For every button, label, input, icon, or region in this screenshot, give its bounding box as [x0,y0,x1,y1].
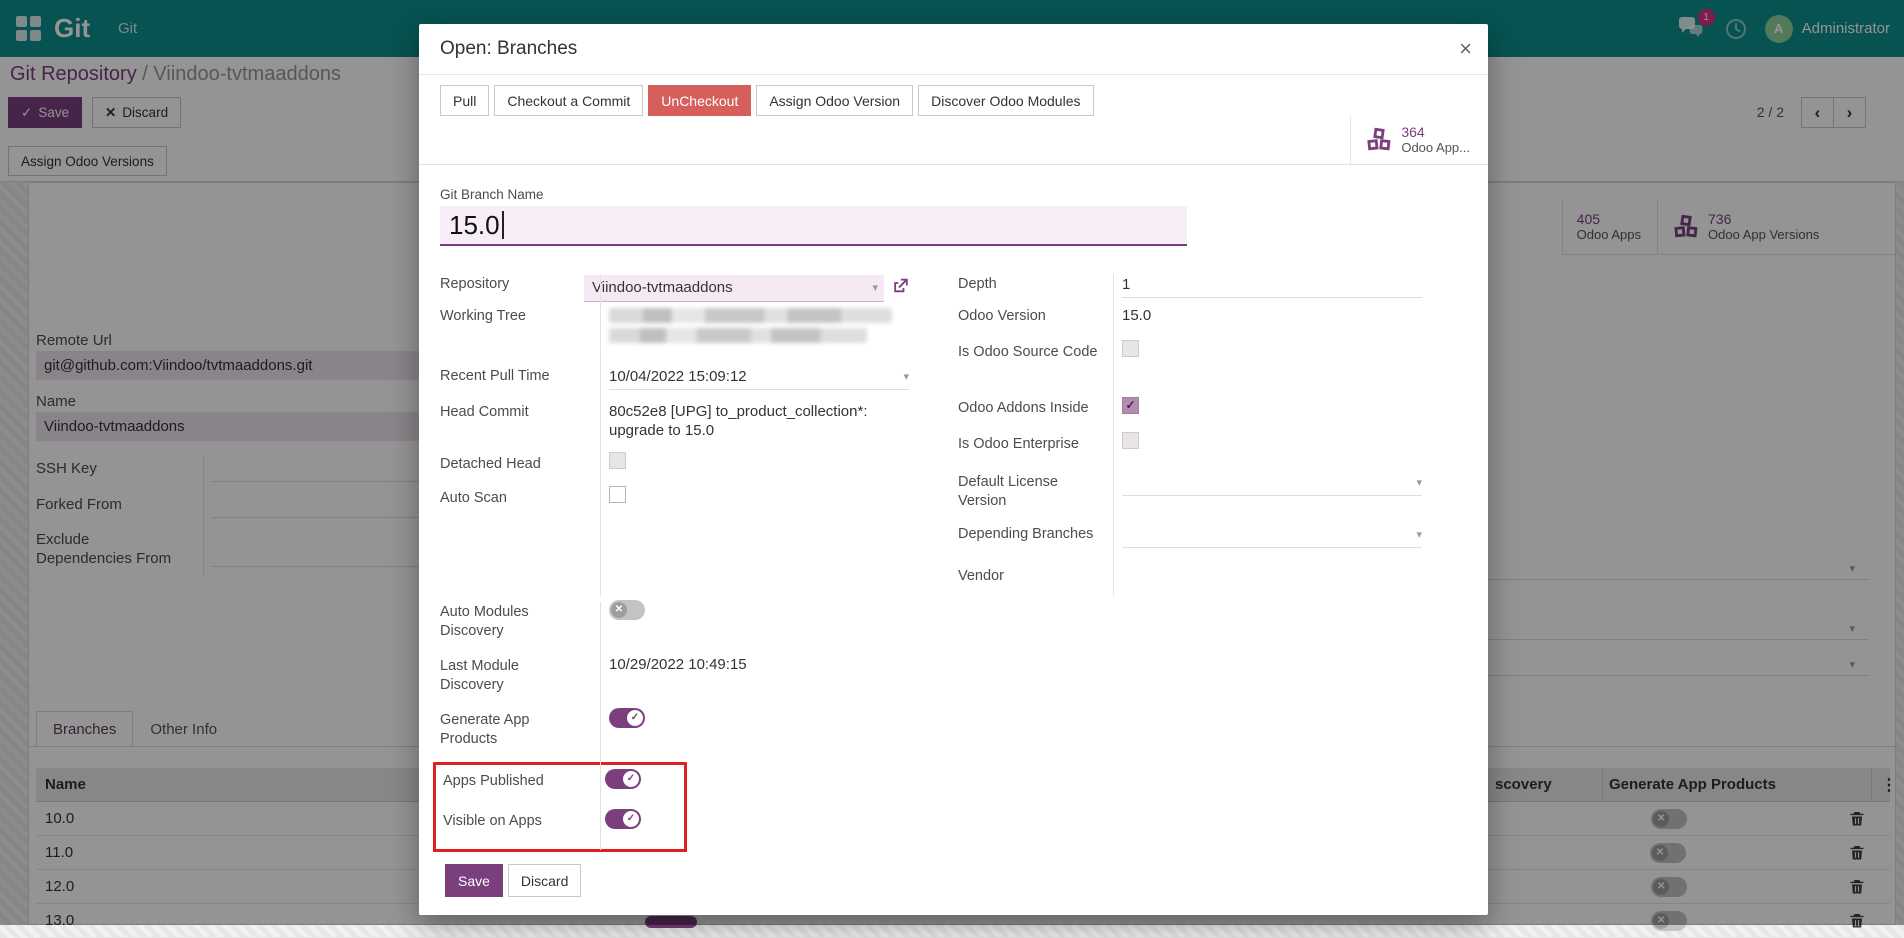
chevron-down-icon: ▾ [872,281,878,294]
last-module-discovery-label: Last Module Discovery [440,654,600,708]
is-odoo-source-label: Is Odoo Source Code [958,340,1113,396]
odoo-addons-inside-checkbox: ✓ [1122,397,1139,414]
is-odoo-enterprise-checkbox [1122,432,1139,449]
apps-published-toggle[interactable]: ✓ [605,769,641,789]
stat-odoo-app-versions-modal[interactable]: 364 Odoo App... [1350,116,1480,164]
branch-name-input[interactable]: 15.0 [440,206,1187,246]
external-link-icon[interactable] [892,277,910,299]
head-commit-value: 80c52e8 [UPG] to_product_collection*: up… [600,400,910,452]
recent-pull-time-field[interactable]: 10/04/2022 15:09:12 ▾ [609,364,909,390]
modal-discard-button[interactable]: Discard [508,864,581,897]
odoo-addons-inside-label: Odoo Addons Inside [958,396,1113,432]
odoo-version-value: 15.0 [1113,304,1458,340]
is-odoo-enterprise-label: Is Odoo Enterprise [958,432,1113,470]
modal-footer: Save Discard [419,852,1464,897]
apps-published-label: Apps Published [443,769,596,809]
repository-label: Repository [440,272,575,304]
discover-odoo-modules-button[interactable]: Discover Odoo Modules [918,85,1093,116]
head-commit-label: Head Commit [440,400,600,452]
working-tree-label: Working Tree [440,304,600,360]
text-cursor [502,211,504,239]
depth-input[interactable]: 1 [1122,272,1422,298]
is-odoo-source-checkbox [1122,340,1139,357]
modal-form: Git Branch Name 15.0 Repository Viindoo-… [419,165,1488,915]
close-icon[interactable]: × [1459,38,1472,60]
visible-on-apps-toggle[interactable]: ✓ [605,809,641,829]
recent-pull-time-label: Recent Pull Time [440,364,600,400]
vendor-label: Vendor [958,564,1113,598]
modal-title: Open: Branches [440,38,1459,60]
detached-head-checkbox [609,452,626,469]
auto-modules-discovery-label: Auto Modules Discovery [440,600,600,654]
depending-branches-field[interactable]: ▾ [1122,522,1422,548]
chevron-down-icon: ▾ [1416,476,1422,489]
auto-modules-discovery-toggle[interactable]: ✕ [609,600,645,620]
last-module-discovery-value: 10/29/2022 10:49:15 [600,654,910,708]
detached-head-label: Detached Head [440,452,600,486]
odoo-version-label: Odoo Version [958,304,1113,340]
branch-name-label: Git Branch Name [440,187,1464,202]
working-tree-redacted-value [600,304,910,360]
auto-scan-checkbox[interactable] [609,486,626,503]
repository-select[interactable]: Viindoo-tvtmaaddons ▾ [584,275,884,302]
default-license-field[interactable]: ▾ [1122,470,1422,496]
cubes-icon [1365,127,1393,153]
assign-odoo-version-button[interactable]: Assign Odoo Version [756,85,913,116]
auto-scan-label: Auto Scan [440,486,600,518]
default-license-label: Default License Version [958,470,1113,522]
depending-branches-label: Depending Branches [958,522,1113,564]
modal-header: Open: Branches × [419,24,1488,75]
uncheckout-button[interactable]: UnCheckout [648,85,751,116]
modal-action-buttons: Pull Checkout a Commit UnCheckout Assign… [419,75,1488,116]
modal-save-button[interactable]: Save [445,864,503,897]
chevron-down-icon: ▾ [903,370,909,383]
generate-app-products-toggle[interactable]: ✓ [609,708,645,728]
modal-statusbar: 364 Odoo App... [419,116,1488,165]
pull-button[interactable]: Pull [440,85,489,116]
checkout-commit-button[interactable]: Checkout a Commit [494,85,643,116]
depth-label: Depth [958,272,1113,304]
vendor-field[interactable] [1113,564,1458,598]
open-branches-modal: Open: Branches × Pull Checkout a Commit … [419,24,1488,915]
generate-app-products-label: Generate App Products [440,708,600,762]
chevron-down-icon: ▾ [1416,528,1422,541]
highlight-box: Apps Published ✓ Visible on Apps ✓ [433,762,687,852]
visible-on-apps-label: Visible on Apps [443,809,596,843]
